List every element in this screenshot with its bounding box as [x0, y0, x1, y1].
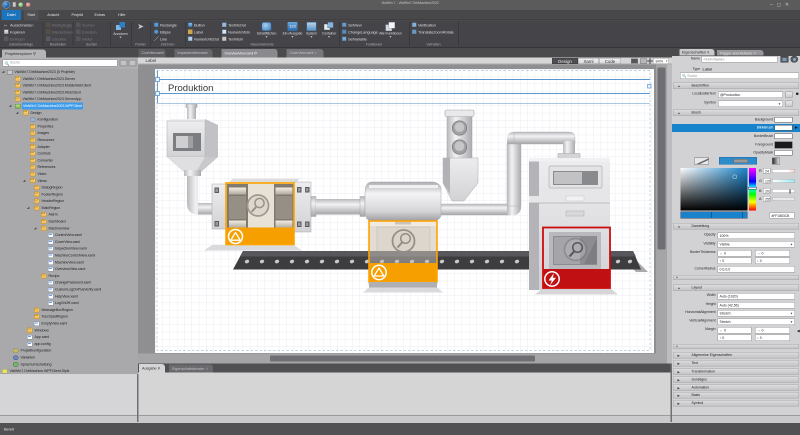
svg-text:Produktion: Produktion	[168, 83, 213, 94]
